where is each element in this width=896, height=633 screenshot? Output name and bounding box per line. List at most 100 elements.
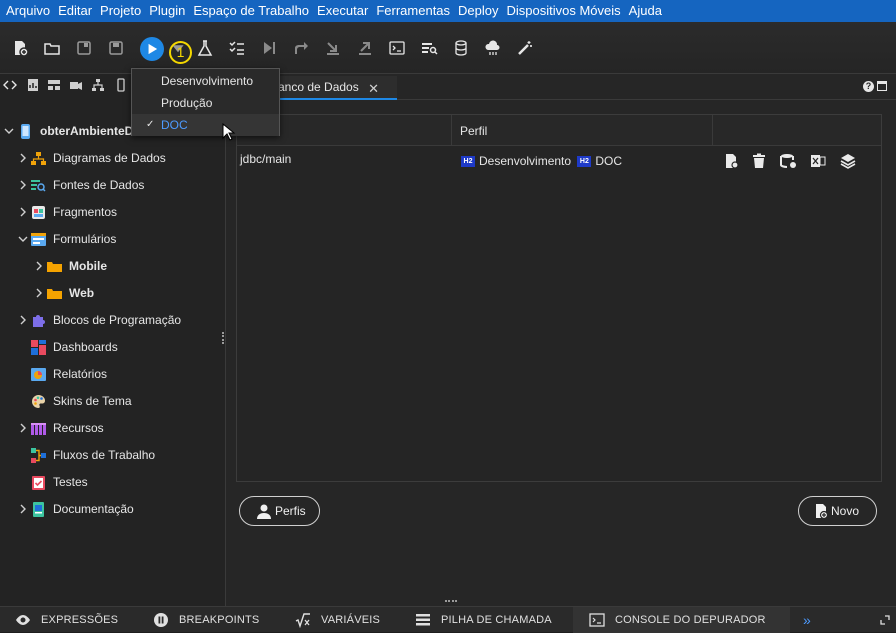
tab-pilha-de-chamada[interactable]: PILHA DE CHAMADA xyxy=(415,607,552,633)
menu-projeto[interactable]: Projeto xyxy=(96,0,145,22)
menu-editar[interactable]: Editar xyxy=(54,0,96,22)
tree-item-label: Skins de Tema xyxy=(53,394,132,408)
menu-ferramentas[interactable]: Ferramentas xyxy=(372,0,454,22)
database-settings-icon[interactable] xyxy=(780,153,798,169)
mobile-icon[interactable] xyxy=(114,78,128,92)
column-separator xyxy=(451,115,452,146)
chevron-right-icon[interactable] xyxy=(17,314,29,326)
save-all-icon[interactable] xyxy=(105,37,127,59)
tab-breakpoints[interactable]: BREAKPOINTS xyxy=(153,607,259,633)
trash-icon[interactable] xyxy=(751,153,767,169)
tree-item-fontes[interactable]: Fontes de Dados xyxy=(17,175,144,195)
tests-icon xyxy=(32,475,45,490)
save-icon[interactable] xyxy=(73,37,95,59)
tree-item-fluxos[interactable]: Fluxos de Trabalho xyxy=(31,445,155,465)
tree-item-label: Formulários xyxy=(53,232,117,246)
column-separator xyxy=(712,115,713,146)
bottom-resize-handle[interactable] xyxy=(445,600,457,602)
tree-item-web[interactable]: Web xyxy=(33,283,94,303)
menu-deploy[interactable]: Deploy xyxy=(454,0,502,22)
more-tabs-icon[interactable]: » xyxy=(803,607,811,633)
new-button[interactable]: Novo xyxy=(798,496,877,526)
menu-ajuda[interactable]: Ajuda xyxy=(625,0,666,22)
layers-icon[interactable] xyxy=(840,153,856,169)
checklist-icon[interactable] xyxy=(226,37,248,59)
maximize-icon[interactable] xyxy=(877,81,887,91)
tree-item-testes[interactable]: Testes xyxy=(31,472,88,492)
datasource-icon xyxy=(31,179,46,192)
database-icon[interactable] xyxy=(450,37,472,59)
cloud-icon[interactable] xyxy=(482,37,504,59)
chevron-right-icon[interactable] xyxy=(17,422,29,434)
stack-icon xyxy=(416,614,430,626)
tree-item-relatorios[interactable]: Relatórios xyxy=(31,364,107,384)
run-button[interactable] xyxy=(140,37,164,61)
chevron-right-icon[interactable] xyxy=(17,503,29,515)
help-icon[interactable]: ? xyxy=(863,81,874,92)
step-over-icon[interactable] xyxy=(258,37,280,59)
tree-item-blocos[interactable]: Blocos de Programação xyxy=(17,310,181,330)
camera-icon[interactable] xyxy=(69,78,83,92)
fragment-icon xyxy=(32,205,45,219)
tab-label: EXPRESSÕES xyxy=(41,614,119,626)
menu-espaco-de-trabalho[interactable]: Espaço de Trabalho xyxy=(189,0,313,22)
open-folder-icon[interactable] xyxy=(41,37,63,59)
menu-plugin[interactable]: Plugin xyxy=(145,0,189,22)
table-row[interactable]: jdbc/main H2 Desenvolvimento H2 DOC xyxy=(237,147,881,175)
chevron-right-icon[interactable] xyxy=(33,287,45,299)
tab-expressoes[interactable]: EXPRESSÕES xyxy=(15,607,118,633)
excel-icon[interactable] xyxy=(810,153,826,169)
profiles-button[interactable]: Perfis xyxy=(239,496,320,526)
menu-dispositivos-moveis[interactable]: Dispositivos Móveis xyxy=(503,0,625,22)
tree-item-documentacao[interactable]: Documentação xyxy=(17,499,134,519)
tree-item-dashboards[interactable]: Dashboards xyxy=(31,337,118,357)
chevron-right-icon[interactable] xyxy=(17,206,29,218)
h2-db-icon: H2 xyxy=(461,156,475,168)
hierarchy-icon[interactable] xyxy=(91,78,105,92)
tab-banco-de-dados[interactable]: anco de Dados ✕ xyxy=(266,76,397,100)
dropdown-item-producao[interactable]: Produção xyxy=(132,92,279,114)
tree-item-mobile[interactable]: Mobile xyxy=(33,256,107,276)
tree-item-recursos[interactable]: Recursos xyxy=(17,418,104,438)
tab-console-do-depurador[interactable]: CONSOLE DO DEPURADOR xyxy=(573,607,790,633)
menu-executar[interactable]: Executar xyxy=(313,0,372,22)
square-root-icon xyxy=(295,613,310,628)
flask-icon[interactable] xyxy=(194,37,216,59)
edit-file-icon[interactable] xyxy=(723,153,739,169)
chevron-down-icon[interactable] xyxy=(17,233,29,245)
new-file-icon[interactable] xyxy=(9,37,31,59)
tree-root[interactable]: obterAmbienteDoc xyxy=(3,121,147,141)
datasource-table: Perfil jdbc/main H2 Desenvolvimento H2 DOC xyxy=(236,114,882,482)
report-small-icon[interactable] xyxy=(26,78,40,92)
chevron-right-icon[interactable] xyxy=(33,260,45,272)
terminal-icon[interactable] xyxy=(386,37,408,59)
code-icon[interactable] xyxy=(3,78,17,92)
chevron-right-icon[interactable] xyxy=(17,179,29,191)
pause-icon xyxy=(154,613,168,627)
layout-icon[interactable] xyxy=(47,78,61,92)
database-search-icon[interactable] xyxy=(418,37,440,59)
tree-item-diagramas[interactable]: Diagramas de Dados xyxy=(17,148,166,168)
tab-label: BREAKPOINTS xyxy=(179,614,260,626)
chevron-right-icon[interactable] xyxy=(17,152,29,164)
magic-wand-icon[interactable] xyxy=(514,37,536,59)
tab-label: VARIÁVEIS xyxy=(321,614,381,626)
panel-resize-handle[interactable] xyxy=(222,332,224,344)
maximize-panel-icon[interactable] xyxy=(880,615,890,625)
tree-item-label: Dashboards xyxy=(53,340,118,354)
menu-arquivo[interactable]: Arquivo xyxy=(2,0,54,22)
tree-item-formularios[interactable]: Formulários xyxy=(17,229,116,249)
folder-icon xyxy=(47,288,62,299)
download-icon[interactable] xyxy=(322,37,344,59)
upload-icon[interactable] xyxy=(354,37,376,59)
puzzle-icon xyxy=(33,314,45,327)
chevron-down-icon[interactable] xyxy=(3,125,15,137)
dropdown-item-desenvolvimento[interactable]: Desenvolvimento xyxy=(132,70,279,92)
tab-variaveis[interactable]: VARIÁVEIS xyxy=(295,607,380,633)
tree-item-fragmentos[interactable]: Fragmentos xyxy=(17,202,117,222)
dropdown-item-doc[interactable]: ✓ DOC xyxy=(132,114,279,136)
new-button-label: Novo xyxy=(831,504,860,518)
close-icon[interactable]: ✕ xyxy=(368,81,379,97)
tree-item-skins[interactable]: Skins de Tema xyxy=(31,391,132,411)
share-icon[interactable] xyxy=(290,37,312,59)
